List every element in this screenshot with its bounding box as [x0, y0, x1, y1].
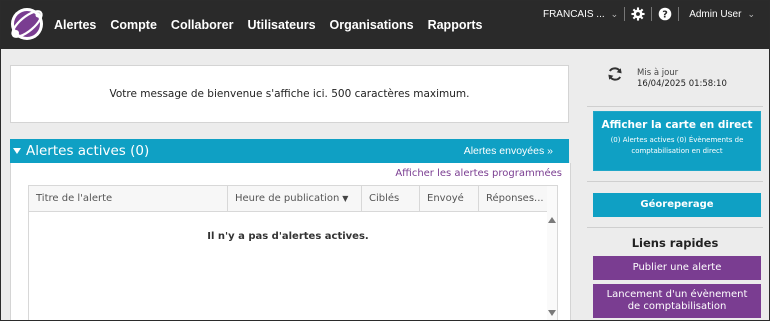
nav-rapports[interactable]: Rapports — [428, 18, 483, 32]
geofencing-button[interactable]: Géoreperage — [593, 193, 761, 217]
top-right-controls: FRANCAIS ... ⌄ ? Admin User ⌄ — [543, 6, 755, 22]
column-header-targeted[interactable]: Ciblés — [362, 186, 420, 211]
divider — [587, 227, 763, 228]
side-panel: Mis à jour 16/04/2025 01:58:10 Afficher … — [581, 49, 769, 320]
nav-compte[interactable]: Compte — [110, 18, 157, 32]
main-nav: Alertes Compte Collaborer Utilisateurs O… — [54, 1, 482, 49]
active-alerts-title: Alertes actives (0) — [26, 143, 150, 159]
live-map-button[interactable]: Afficher la carte en direct (0) Alertes … — [593, 111, 761, 171]
scheduled-alerts-link[interactable]: Afficher les alertes programmées — [395, 168, 562, 179]
divider — [651, 7, 653, 21]
user-menu[interactable]: Admin User — [689, 9, 741, 20]
divider — [624, 7, 626, 21]
language-selector[interactable]: FRANCAIS ... — [543, 9, 605, 20]
sent-alerts-link[interactable]: Alertes envoyées » — [464, 139, 553, 163]
quick-links-title: Liens rapides — [631, 236, 719, 250]
column-header-published[interactable]: Heure de publication ▼ — [228, 186, 362, 211]
update-info: Mis à jour 16/04/2025 01:58:10 — [637, 68, 727, 90]
logo-icon[interactable] — [8, 5, 46, 43]
scroll-down-arrow-icon[interactable] — [548, 310, 556, 316]
chevron-down-icon[interactable]: ⌄ — [611, 9, 619, 20]
nav-collaborer[interactable]: Collaborer — [171, 18, 234, 32]
top-nav-bar: Alertes Compte Collaborer Utilisateurs O… — [1, 1, 769, 49]
chevron-down-icon[interactable]: ⌄ — [747, 9, 755, 20]
last-update: Mis à jour 16/04/2025 01:58:10 — [581, 49, 769, 106]
live-map-subtitle: (0) Alertes actives (0) Évènements de co… — [610, 136, 744, 155]
column-header-title[interactable]: Titre de l'alerte — [29, 186, 228, 211]
update-timestamp: 16/04/2025 01:58:10 — [637, 79, 727, 89]
main-content: Votre message de bienvenue s'affiche ici… — [1, 49, 581, 320]
collapse-caret-icon[interactable] — [13, 148, 21, 154]
divider — [587, 181, 763, 182]
app-frame: Alertes Compte Collaborer Utilisateurs O… — [0, 0, 770, 321]
welcome-message: Votre message de bienvenue s'affiche ici… — [10, 65, 569, 123]
divider — [587, 106, 763, 107]
launch-accountability-label: Lancement d'un évènement de comptabilisa… — [606, 289, 748, 312]
launch-accountability-event-button[interactable]: Lancement d'un évènement de comptabilisa… — [593, 284, 761, 318]
empty-alerts-message: Il n'y a pas d'alertes actives. — [207, 231, 369, 242]
update-label: Mis à jour — [637, 68, 679, 78]
table-header: Titre de l'alerte Heure de publication ▼ … — [29, 186, 547, 212]
scroll-up-arrow-icon[interactable] — [548, 217, 556, 223]
nav-alertes[interactable]: Alertes — [54, 18, 96, 32]
nav-utilisateurs[interactable]: Utilisateurs — [247, 18, 315, 32]
help-icon[interactable]: ? — [658, 7, 672, 21]
refresh-icon[interactable] — [607, 66, 623, 82]
sort-desc-icon: ▼ — [342, 194, 349, 203]
table-scrollbar[interactable] — [547, 186, 557, 320]
svg-text:?: ? — [662, 10, 668, 21]
gear-icon[interactable] — [631, 7, 645, 21]
column-header-responses[interactable]: Réponses... — [479, 186, 547, 211]
nav-organisations[interactable]: Organisations — [330, 18, 414, 32]
divider — [678, 7, 680, 21]
live-map-title: Afficher la carte en direct — [601, 119, 753, 131]
column-header-sent[interactable]: Envoyé — [420, 186, 479, 211]
alerts-table: Titre de l'alerte Heure de publication ▼ … — [28, 185, 558, 320]
active-alerts-header[interactable]: Alertes actives (0) Alertes envoyées » — [10, 139, 569, 163]
publish-alert-button[interactable]: Publier une alerte — [593, 256, 761, 280]
active-alerts-panel: Afficher les alertes programmées Titre d… — [10, 163, 571, 320]
